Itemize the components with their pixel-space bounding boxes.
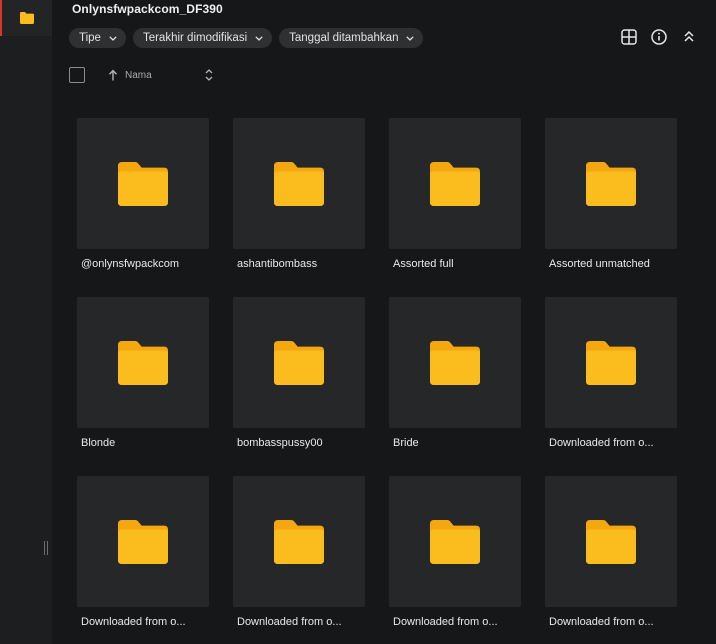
folder-icon (274, 519, 324, 564)
folder-name: Assorted full (393, 258, 454, 270)
sort-toggle-icon[interactable] (204, 68, 214, 82)
filter-chip-modified[interactable]: Terakhir dimodifikasi (132, 28, 273, 48)
folder-icon (430, 519, 480, 564)
folder-icon (20, 12, 34, 24)
sort-bar: Nama (69, 67, 213, 85)
folder-thumbnail (233, 476, 365, 607)
folder-icon (586, 161, 636, 206)
view-actions (620, 28, 698, 46)
folder-icon (118, 340, 168, 385)
folder-card[interactable]: Bride (389, 297, 521, 476)
left-rail (0, 0, 52, 644)
page-title: Onlynsfwpackcom_DF390 (72, 2, 223, 16)
folder-name: Blonde (81, 437, 116, 449)
folder-thumbnail (77, 118, 209, 249)
folder-card[interactable]: ashantibombass (233, 118, 365, 297)
folder-card[interactable]: Blonde (77, 297, 209, 476)
folder-card[interactable]: bombasspussy00 (233, 297, 365, 476)
folder-name: bombasspussy00 (237, 437, 323, 449)
folder-name: Assorted unmatched (549, 258, 650, 270)
filter-chip-label: Tanggal ditambahkan (289, 32, 399, 44)
folder-thumbnail (389, 476, 521, 607)
folder-grid: @onlynsfwpackcom ashantibombass Assorted… (77, 118, 677, 644)
filter-chip-label: Terakhir dimodifikasi (142, 32, 248, 44)
rail-folder-item[interactable] (0, 0, 52, 36)
folder-icon (430, 340, 480, 385)
folder-thumbnail (233, 118, 365, 249)
folder-icon (118, 519, 168, 564)
folder-name: Downloaded from o... (393, 616, 498, 628)
main-pane: Onlynsfwpackcom_DF390 Tipe Terakhir dimo… (52, 0, 716, 644)
folder-thumbnail (77, 476, 209, 607)
folder-name: Downloaded from o... (549, 616, 654, 628)
filter-chip-label: Tipe (79, 32, 101, 44)
chevron-down-icon (109, 35, 117, 41)
filter-chip-type[interactable]: Tipe (69, 28, 126, 48)
folder-name: @onlynsfwpackcom (81, 258, 179, 270)
arrow-up-icon[interactable] (108, 69, 118, 81)
info-icon (651, 29, 667, 45)
folder-thumbnail (233, 297, 365, 428)
folder-name: Downloaded from o... (237, 616, 342, 628)
folder-name: ashantibombass (237, 258, 318, 270)
folder-icon (274, 340, 324, 385)
folder-thumbnail (545, 476, 677, 607)
double-chevron-up-icon (684, 30, 694, 42)
grid-view-button[interactable] (620, 28, 638, 46)
folder-icon (274, 161, 324, 206)
folder-name: Downloaded from o... (81, 616, 186, 628)
folder-thumbnail (545, 297, 677, 428)
collapse-button[interactable] (680, 28, 698, 46)
folder-thumbnail (389, 118, 521, 249)
filter-chip-added[interactable]: Tanggal ditambahkan (279, 28, 424, 48)
folder-card[interactable]: Downloaded from o... (389, 476, 521, 644)
folder-card[interactable]: @onlynsfwpackcom (77, 118, 209, 297)
folder-name: Bride (393, 437, 419, 449)
folder-icon (586, 340, 636, 385)
sort-label[interactable]: Nama (125, 70, 152, 81)
folder-card[interactable]: Downloaded from o... (545, 297, 677, 476)
filter-chips: Tipe Terakhir dimodifikasi Tanggal ditam… (69, 28, 424, 48)
folder-thumbnail (77, 297, 209, 428)
folder-card[interactable]: Downloaded from o... (233, 476, 365, 644)
folder-icon (586, 519, 636, 564)
info-button[interactable] (650, 28, 668, 46)
resize-handle[interactable] (44, 541, 50, 555)
grid-icon (621, 29, 637, 45)
folder-icon (430, 161, 480, 206)
select-all-checkbox[interactable] (69, 67, 85, 83)
chevron-down-icon (406, 35, 415, 41)
folder-thumbnail (389, 297, 521, 428)
chevron-down-icon (255, 35, 263, 41)
folder-thumbnail (545, 118, 677, 249)
folder-card[interactable]: Assorted unmatched (545, 118, 677, 297)
folder-card[interactable]: Downloaded from o... (77, 476, 209, 644)
folder-card[interactable]: Assorted full (389, 118, 521, 297)
folder-icon (118, 161, 168, 206)
file-browser: Onlynsfwpackcom_DF390 Tipe Terakhir dimo… (0, 0, 716, 644)
folder-card[interactable]: Downloaded from o... (545, 476, 677, 644)
folder-name: Downloaded from o... (549, 437, 654, 449)
